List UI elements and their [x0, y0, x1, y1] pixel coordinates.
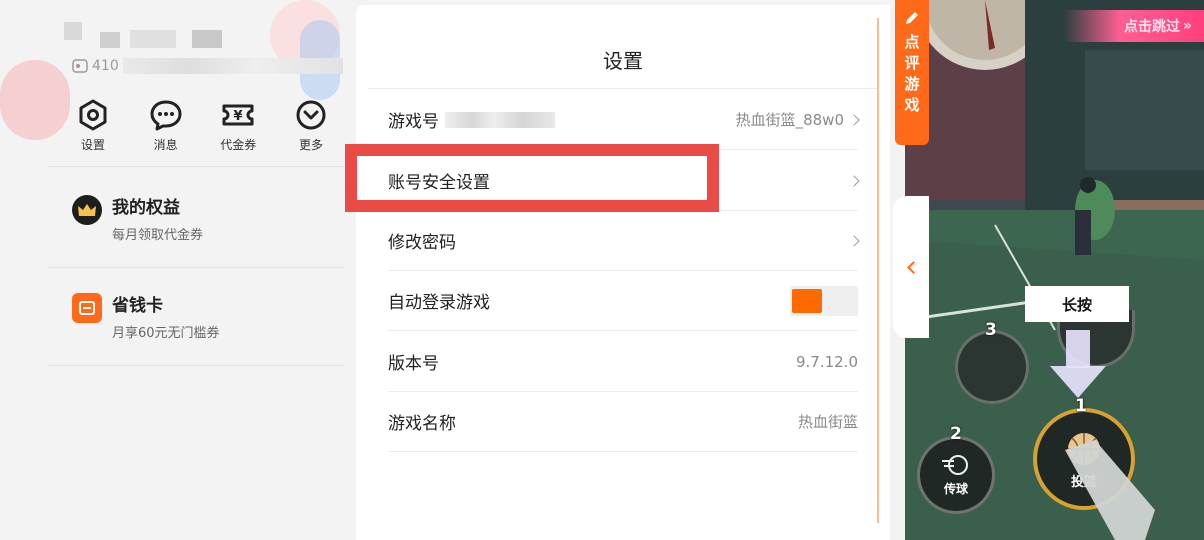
down-arrow-hint [1050, 330, 1106, 404]
long-press-tooltip: 长按 [1025, 286, 1129, 322]
row-label: 账号安全设置 [388, 173, 490, 193]
benefit-title: 省钱卡 [112, 296, 163, 316]
username-mosaic [100, 32, 120, 48]
shortcut-settings[interactable]: 设置 [62, 98, 124, 153]
panel-edge-line [877, 18, 879, 523]
pass-icon [942, 454, 968, 475]
avatar-decoration [0, 60, 70, 140]
id-card-icon [72, 59, 88, 73]
chevron-right-icon [848, 234, 860, 247]
long-press-label: 长按 [1061, 295, 1092, 314]
skill-number: 2 [950, 424, 962, 444]
collapse-panel-handle[interactable] [893, 196, 929, 338]
divider [48, 365, 344, 366]
more-icon [296, 100, 326, 130]
auto-login-toggle[interactable] [790, 285, 858, 316]
pass-label: 传球 [943, 481, 968, 496]
row-value [844, 234, 860, 247]
row-label-text: 游戏号 [388, 112, 439, 132]
skip-label: 点击跳过 [1123, 19, 1180, 35]
row-value: 9.7.12.0 [795, 352, 858, 371]
shortcut-label: 更多 [298, 138, 323, 152]
row-change-password[interactable]: 修改密码 [388, 211, 860, 271]
shortcut-messages[interactable]: 消息 [135, 98, 197, 153]
crown-icon [72, 195, 102, 225]
title-divider [368, 88, 878, 89]
account-panel: 410 设置 消息 ¥ 代金券 更多 我的权益 每月领取代金券 省钱卡 月享60… [0, 0, 356, 540]
skill-button-3[interactable] [955, 330, 1029, 404]
gear-icon [79, 99, 107, 131]
voucher-icon: ¥ [222, 104, 254, 126]
benefit-subtitle: 每月领取代金券 [112, 228, 204, 243]
skip-button[interactable]: 点击跳过 » [1064, 10, 1204, 42]
row-value [844, 174, 860, 187]
account-id-mosaic [445, 111, 555, 128]
row-label: 游戏名称 [388, 414, 456, 434]
benefit-subtitle: 月享60元无门槛券 [112, 326, 220, 341]
review-game-tab[interactable]: 点评游戏 [895, 0, 929, 145]
svg-text:¥: ¥ [234, 109, 243, 124]
username-mosaic [192, 30, 222, 48]
row-game-name: 游戏名称 热血街篮 [388, 392, 858, 452]
username-mosaic [130, 30, 176, 48]
divider [48, 166, 344, 167]
shortcut-label: 消息 [153, 138, 178, 152]
row-label: 自动登录游戏 [388, 293, 490, 313]
chevron-left-icon [906, 260, 920, 274]
shortcut-label: 代金券 [220, 138, 257, 152]
hand-pointer [1065, 440, 1155, 540]
row-game-account[interactable]: 游戏号 热血街篮_88w0 [388, 90, 860, 150]
double-chevron-icon: » [1182, 18, 1192, 34]
shortcut-row: 设置 消息 ¥ 代金券 更多 [62, 98, 342, 153]
shortcut-more[interactable]: 更多 [280, 98, 342, 153]
user-id: 410 [72, 58, 343, 74]
row-label: 修改密码 [388, 233, 456, 253]
message-icon [150, 100, 182, 131]
user-id-mosaic [122, 58, 343, 74]
user-id-prefix: 410 [92, 58, 119, 74]
shortcut-label: 设置 [80, 138, 105, 152]
row-value: 热血街篮 [797, 413, 858, 431]
row-value: 热血街篮_88w0 [735, 109, 860, 130]
game-scene: 3 长按 传球 2 投篮 1 [905, 0, 1204, 540]
row-auto-login: 自动登录游戏 [388, 271, 858, 331]
pass-button[interactable]: 传球 [917, 436, 995, 514]
row-value-text: 热血街篮_88w0 [735, 111, 844, 129]
settings-dialog: 设置 游戏号 热血街篮_88w0 账号安全设置 修改密码 自动登录游戏 版本号 … [356, 5, 890, 540]
chevron-right-icon [848, 174, 860, 187]
pencil-icon [906, 12, 918, 24]
divider [48, 267, 344, 268]
row-account-security[interactable]: 账号安全设置 [388, 151, 860, 211]
toggle-knob [792, 288, 822, 313]
benefit-my-rights[interactable]: 我的权益 每月领取代金券 [72, 193, 203, 243]
savings-card-icon [72, 293, 102, 323]
chevron-right-icon [848, 113, 860, 126]
row-label: 版本号 [388, 354, 439, 374]
row-version: 版本号 9.7.12.0 [388, 332, 858, 392]
username-mosaic [64, 22, 82, 40]
shortcut-vouchers[interactable]: ¥ 代金券 [207, 98, 269, 153]
review-tab-label: 点评游戏 [904, 33, 920, 114]
benefit-title: 我的权益 [112, 198, 180, 218]
page-title: 设置 [603, 49, 643, 73]
benefit-savings-card[interactable]: 省钱卡 月享60元无门槛券 [72, 291, 220, 341]
skill-number: 1 [1075, 396, 1087, 416]
skill-number: 3 [985, 320, 997, 340]
row-label: 游戏号 [388, 107, 555, 132]
